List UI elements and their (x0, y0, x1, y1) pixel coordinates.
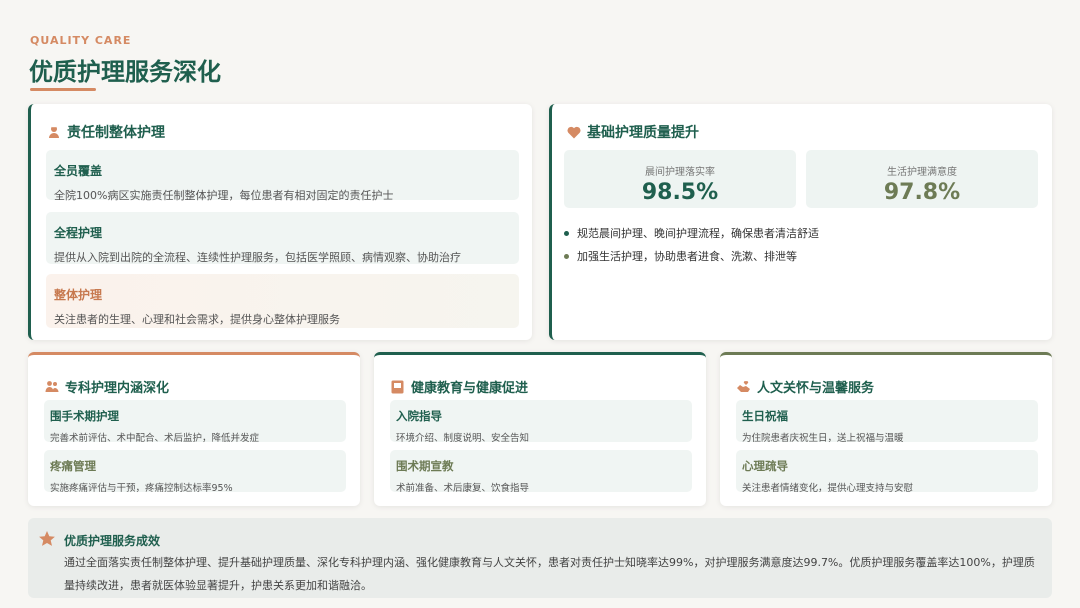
specialty-card-title: 专科护理内涵深化 (65, 381, 170, 396)
item-desc: 提供从入院到出院的全流程、连续性护理服务，包括医学照顾、病情观察、协助治疗 (54, 251, 461, 264)
education-card: 健康教育与健康促进 入院指导 环境介绍、制度说明、安全告知 围术期宣教 术前准备… (374, 352, 706, 506)
item-desc: 完善术前评估、术中配合、术后监护，降低并发症 (50, 433, 260, 444)
book-icon (390, 379, 405, 394)
education-card-title: 健康教育与健康促进 (411, 381, 529, 396)
title-underline (30, 88, 96, 91)
page-title: 优质护理服务深化 (29, 58, 221, 86)
list-item: 生日祝福 为住院患者庆祝生日，送上祝福与温暖 (736, 400, 1038, 444)
item-title: 入院指导 (396, 409, 442, 423)
responsibility-card-header: 责任制整体护理 (46, 122, 165, 142)
stat-value: 97.8% (883, 180, 961, 205)
summary-panel: 优质护理服务成效 通过全面落实责任制整体护理、提升基础护理质量、深化专科护理内涵… (28, 518, 1052, 598)
nurse-icon (46, 125, 61, 140)
education-card-header: 健康教育与健康促进 (390, 377, 528, 396)
humanistic-card-title: 人文关怀与温馨服务 (757, 381, 875, 396)
star-icon (38, 530, 56, 552)
basic-quality-card-title: 基础护理质量提升 (587, 125, 699, 141)
item-desc: 实施疼痛评估与干预，疼痛控制达标率95% (50, 483, 233, 494)
stat-label: 生活护理满意度 (887, 167, 957, 178)
specialty-card-header: 专科护理内涵深化 (44, 377, 169, 396)
stat-morning-care: 晨间护理落实率 98.5% (564, 150, 796, 208)
bullet-text: 加强生活护理，协助患者进食、洗漱、排泄等 (577, 250, 797, 263)
item-desc: 全院100%病区实施责任制整体护理，每位患者有相对固定的责任护士 (54, 189, 394, 202)
item-title: 疼痛管理 (50, 459, 96, 473)
stat-label: 晨间护理落实率 (645, 167, 715, 178)
item-desc: 关注患者情绪变化，提供心理支持与安慰 (742, 483, 914, 494)
list-item: 疼痛管理 实施疼痛评估与干预，疼痛控制达标率95% (44, 450, 346, 494)
summary-title: 优质护理服务成效 (64, 534, 161, 548)
item-title: 生日祝福 (742, 409, 788, 423)
bullet-dot (564, 253, 569, 259)
list-item: 入院指导 环境介绍、制度说明、安全告知 (390, 400, 692, 444)
list-item: 整体护理 关注患者的生理、心理和社会需求，提供身心整体护理服务 (46, 274, 519, 328)
stat-value: 98.5% (641, 180, 719, 205)
item-title: 整体护理 (54, 288, 103, 302)
item-title: 全员覆盖 (54, 164, 103, 178)
item-desc: 为住院患者庆祝生日，送上祝福与温暖 (742, 433, 904, 444)
responsibility-card-title: 责任制整体护理 (67, 125, 165, 141)
humanistic-card-header: 人文关怀与温馨服务 (736, 377, 874, 396)
bullet-text: 规范晨间护理、晚间护理流程，确保患者清洁舒适 (577, 227, 819, 240)
people-icon (44, 379, 59, 394)
specialty-card: 专科护理内涵深化 围手术期护理 完善术前评估、术中配合、术后监护，降低并发症 疼… (28, 352, 360, 506)
item-title: 全程护理 (54, 226, 103, 240)
bullet-item: 规范晨间护理、晚间护理流程，确保患者清洁舒适 (564, 225, 819, 241)
item-title: 围术期宣教 (396, 459, 454, 473)
item-title: 围手术期护理 (50, 409, 119, 423)
bullet-dot (564, 230, 569, 236)
hands-heart-icon (736, 379, 751, 394)
bullet-item: 加强生活护理，协助患者进食、洗漱、排泄等 (564, 248, 797, 264)
list-item: 全程护理 提供从入院到出院的全流程、连续性护理服务，包括医学照顾、病情观察、协助… (46, 212, 519, 264)
list-item: 围术期宣教 术前准备、术后康复、饮食指导 (390, 450, 692, 494)
item-desc: 关注患者的生理、心理和社会需求，提供身心整体护理服务 (54, 313, 340, 326)
list-item: 围手术期护理 完善术前评估、术中配合、术后监护，降低并发症 (44, 400, 346, 444)
humanistic-card: 人文关怀与温馨服务 生日祝福 为住院患者庆祝生日，送上祝福与温暖 心理疏导 关注… (720, 352, 1052, 506)
list-item: 心理疏导 关注患者情绪变化，提供心理支持与安慰 (736, 450, 1038, 494)
item-desc: 环境介绍、制度说明、安全告知 (396, 433, 530, 444)
summary-body: 通过全面落实责任制整体护理、提升基础护理质量、深化专科护理内涵、强化健康教育与人… (64, 556, 1035, 592)
basic-quality-card-header: 基础护理质量提升 (566, 122, 699, 142)
section-eyebrow: QUALITY CARE (30, 34, 132, 47)
item-desc: 术前准备、术后康复、饮食指导 (396, 483, 530, 494)
list-item: 全员覆盖 全院100%病区实施责任制整体护理，每位患者有相对固定的责任护士 (46, 150, 519, 202)
item-title: 心理疏导 (742, 459, 788, 473)
heart-icon (566, 125, 581, 140)
stat-life-care: 生活护理满意度 97.8% (806, 150, 1038, 208)
